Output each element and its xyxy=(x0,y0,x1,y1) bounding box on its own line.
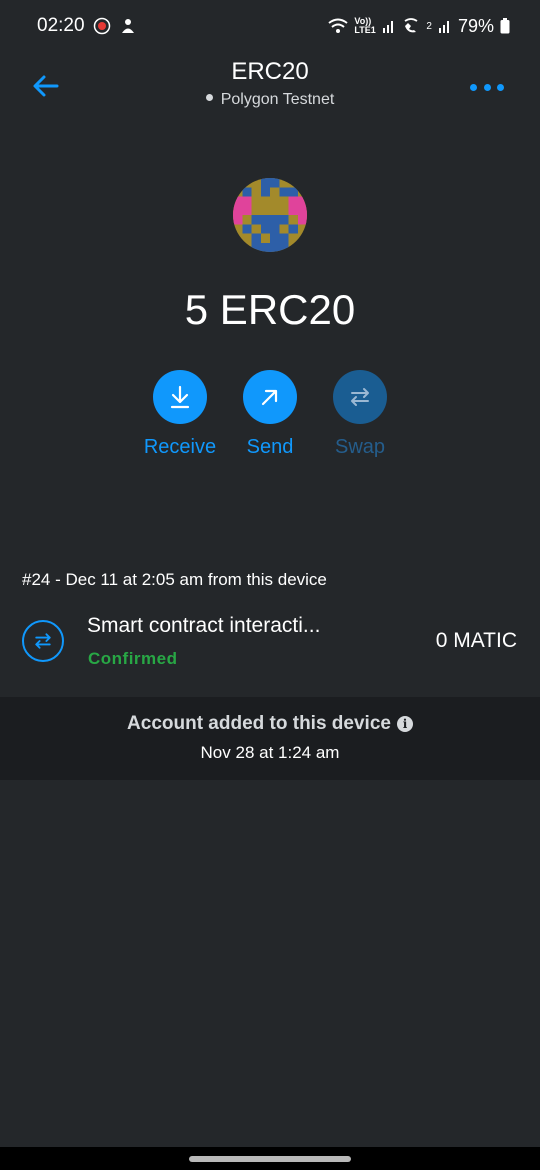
swap-label: Swap xyxy=(334,436,386,458)
transaction-row[interactable]: Smart contract interacti... Confirmed 0 … xyxy=(0,604,540,676)
status-right: Vo)) LTE1 2 79% xyxy=(328,16,510,37)
home-gesture-handle[interactable] xyxy=(189,1156,351,1162)
transaction-date-header: #24 - Dec 11 at 2:05 am from this device xyxy=(22,570,327,589)
more-dot-icon xyxy=(497,83,504,91)
swap-icon xyxy=(351,388,369,406)
sim2-label: 2 xyxy=(426,20,432,32)
account-added-date: Nov 28 at 1:24 am xyxy=(200,743,340,762)
more-dot-icon xyxy=(483,83,491,91)
account-added-title: Account added to this device i xyxy=(0,713,540,735)
signal-icon xyxy=(382,19,396,33)
transaction-amount: 0 MATIC xyxy=(435,629,517,652)
header: ERC20 Polygon Testnet xyxy=(0,52,540,122)
wifi-calling-icon xyxy=(402,18,420,34)
transaction-status: Confirmed xyxy=(88,649,178,668)
signal-2-icon xyxy=(438,19,452,33)
swap-button[interactable] xyxy=(333,370,387,424)
token-identicon xyxy=(233,178,307,252)
transaction-swap-icon xyxy=(22,620,64,662)
status-bar: 02:20 Vo)) LTE1 2 79% xyxy=(0,0,540,52)
wifi-icon xyxy=(328,18,349,34)
battery-icon xyxy=(500,18,510,34)
send-button[interactable] xyxy=(243,370,297,424)
more-options-button[interactable] xyxy=(470,82,504,92)
arrow-up-right-icon xyxy=(261,389,278,406)
battery-percent: 79% xyxy=(457,15,494,36)
system-nav-bar xyxy=(0,1147,540,1170)
network-name: Polygon Testnet xyxy=(220,91,335,108)
network-label: Vo)) LTE1 xyxy=(354,16,376,35)
send-action[interactable]: Send xyxy=(230,370,310,459)
receive-button[interactable] xyxy=(153,370,207,424)
app-notification-icon xyxy=(119,17,137,35)
receive-action[interactable]: Receive xyxy=(140,370,220,459)
swap-action[interactable]: Swap xyxy=(320,370,400,459)
status-time: 02:20 xyxy=(37,15,85,36)
notification-alert-icon xyxy=(93,17,111,35)
network-dot-icon xyxy=(205,94,213,102)
account-added-text: Account added to this device xyxy=(127,713,391,734)
more-dot-icon xyxy=(470,83,477,91)
account-added-banner: Account added to this device i Nov 28 at… xyxy=(0,697,540,780)
send-label: Send xyxy=(246,436,294,458)
transaction-title: Smart contract interacti... xyxy=(87,614,321,637)
token-balance: 5 ERC20 xyxy=(184,286,356,333)
download-arrow-icon xyxy=(170,385,190,409)
info-icon[interactable]: i xyxy=(396,716,413,732)
page-title: ERC20 xyxy=(231,58,309,85)
receive-label: Receive xyxy=(143,436,217,458)
status-left: 02:20 xyxy=(37,15,137,37)
network-indicator[interactable]: Polygon Testnet xyxy=(0,91,540,109)
